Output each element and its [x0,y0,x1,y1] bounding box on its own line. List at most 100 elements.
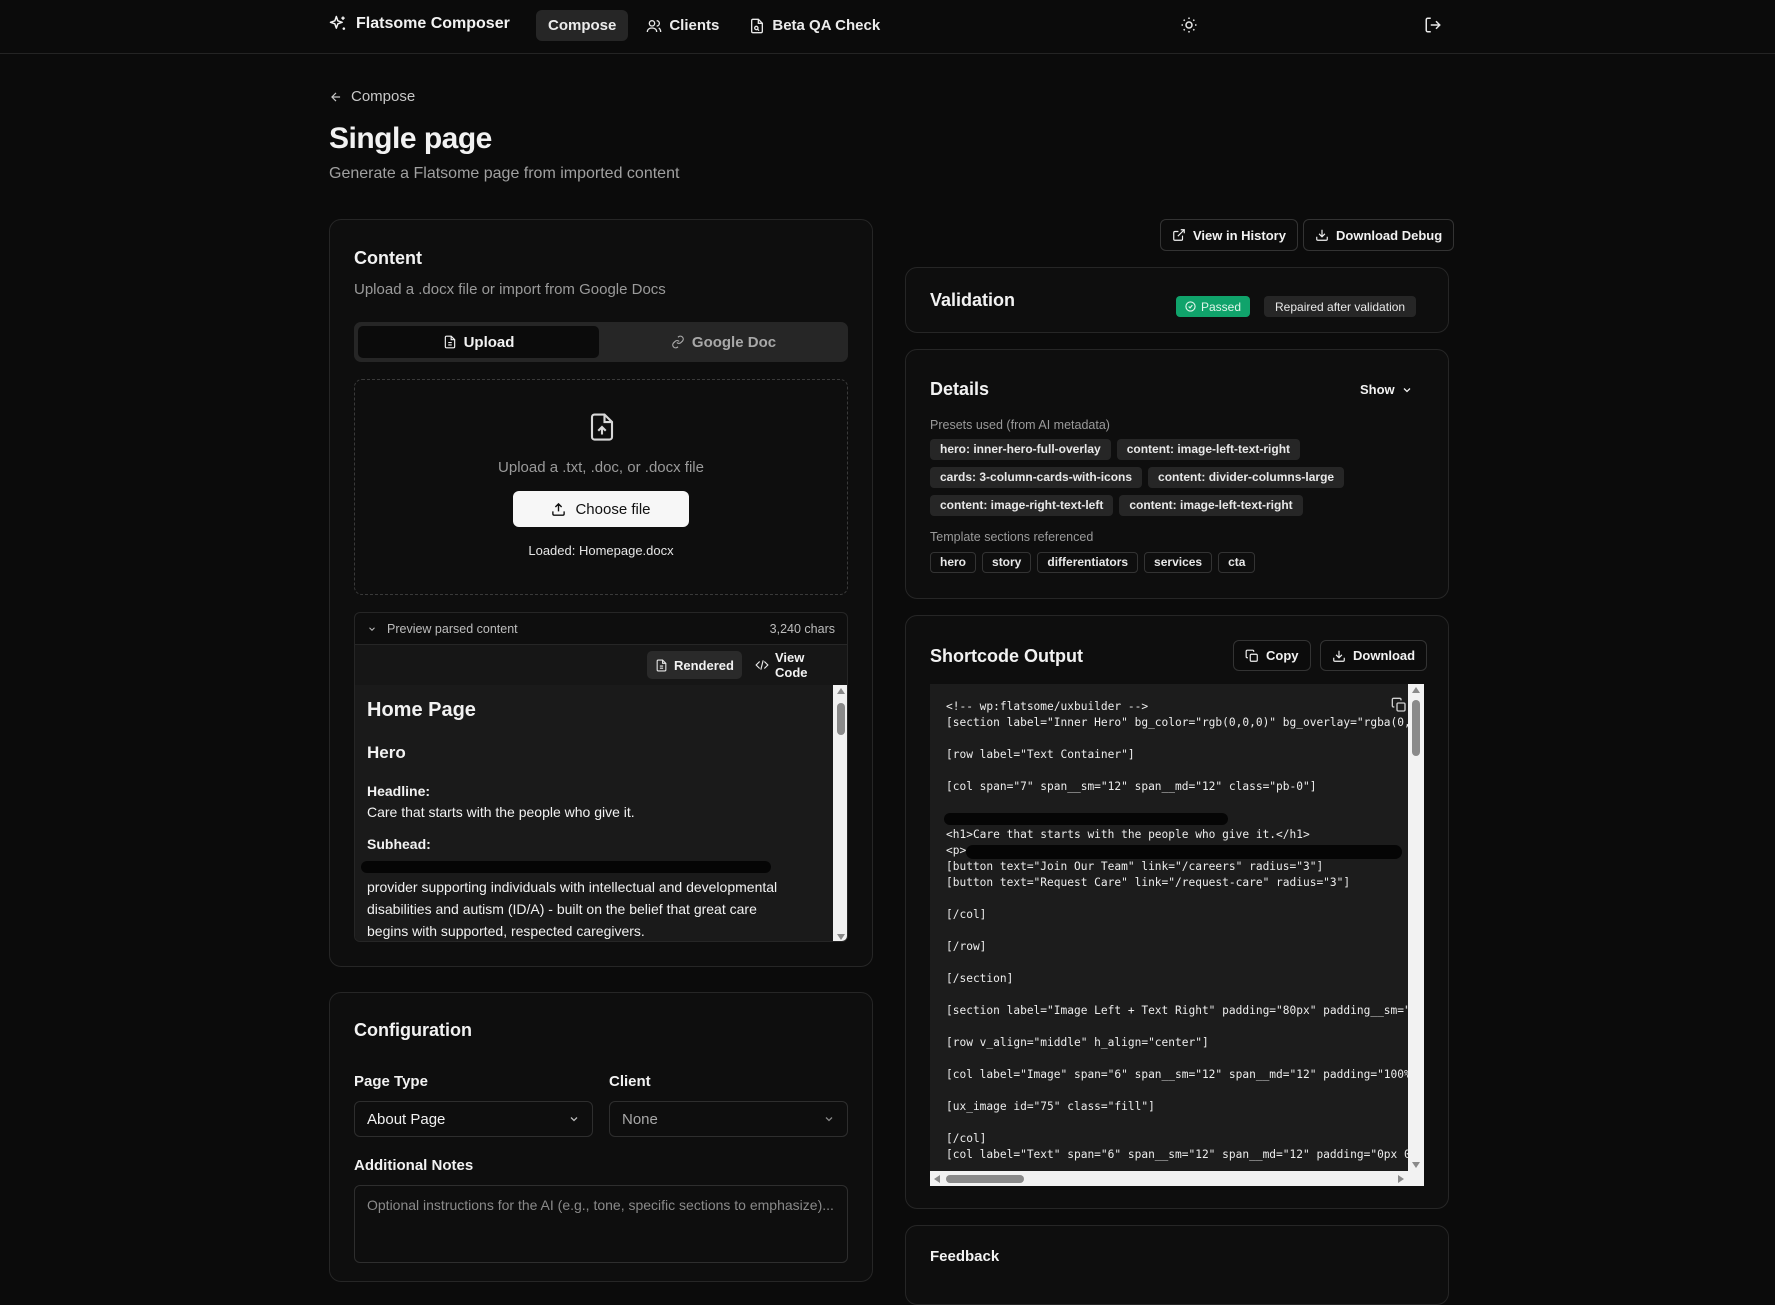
preview-toggle-label: Preview parsed content [387,621,518,636]
scrollbar-thumb[interactable] [1412,700,1420,756]
presets-label: Presets used (from AI metadata) [930,418,1110,432]
scroll-down-arrow-icon[interactable] [837,934,845,940]
nav-beta-qa-check[interactable]: Beta QA Check [737,10,892,41]
back-label: Compose [351,88,416,105]
preset-chip: content: image-right-text-left [930,495,1114,516]
code-copy-icon[interactable] [1391,697,1407,713]
copy-icon [1245,649,1259,663]
redacted-bar [361,861,771,873]
view-in-history-label: View in History [1193,227,1286,243]
details-card: Details Show Presets used (from AI metad… [905,349,1449,599]
code-vertical-scrollbar[interactable] [1408,684,1424,1171]
validation-status-badge: Passed [1176,296,1251,317]
preview-vertical-scrollbar[interactable] [833,685,847,941]
details-title: Details [930,379,990,399]
check-circle-icon [1185,301,1196,312]
brand[interactable]: Flatsome Composer [328,14,510,34]
client-label: Client [609,1073,651,1090]
validation-note-badge: Repaired after validation [1264,296,1417,317]
additional-notes-textarea[interactable]: Optional instructions for the AI (e.g., … [354,1185,848,1263]
scroll-up-arrow-icon[interactable] [1412,687,1420,693]
preview-header[interactable]: Preview parsed content 3,240 chars [355,613,847,645]
logout-button[interactable] [1424,16,1442,34]
nav-clients-label: Clients [669,17,720,34]
top-navigation-bar: Flatsome Composer Compose Clients Beta Q… [0,0,1775,54]
file-search-icon [749,18,765,34]
details-toggle-label: Show [1360,382,1395,397]
preset-chip: content: image-left-text-right [1116,439,1301,460]
brand-name: Flatsome Composer [356,15,510,32]
preview-subhead-label: Subhead: [367,836,431,852]
code-horizontal-scrollbar[interactable] [930,1171,1424,1186]
code-line: [col label="Text" span="6" span__sm="12"… [946,1148,1418,1161]
file-upload-icon [587,411,617,443]
code-line: [col label="Image" span="6" span__sm="12… [946,1068,1424,1081]
download-icon [1315,228,1329,242]
preset-chip: cards: 3-column-cards-with-icons [930,467,1143,488]
code-line: [section label="Inner Hero" bg_color="rg… [946,716,1424,729]
page-title: Single page [329,122,492,155]
additional-notes-label: Additional Notes [354,1157,474,1174]
code-line: [ux_image id="75" class="fill"] [946,1100,1155,1113]
configuration-title: Configuration [354,1020,472,1040]
rendered-label: Rendered [674,657,734,673]
download-debug-label: Download Debug [1336,227,1443,243]
code-line: <!-- wp:flatsome/uxbuilder --> [946,700,1149,713]
upload-dropzone[interactable]: Upload a .txt, .doc, or .docx file Choos… [354,379,848,595]
client-select[interactable]: None [609,1101,848,1137]
rendered-view-button[interactable]: Rendered [647,651,742,679]
scrollbar-thumb[interactable] [946,1175,1024,1183]
download-debug-button[interactable]: Download Debug [1303,219,1455,251]
preset-chip: hero: inner-hero-full-overlay [930,439,1111,460]
chevron-down-icon [823,1113,835,1125]
download-shortcode-button[interactable]: Download [1320,640,1428,671]
copy-label: Copy [1266,648,1299,663]
copy-button[interactable]: Copy [1233,640,1311,671]
nav-compose[interactable]: Compose [536,10,629,41]
nav-clients[interactable]: Clients [634,10,731,41]
back-to-compose-link[interactable]: Compose [329,88,415,105]
parsed-content-preview: Preview parsed content 3,240 chars Rende… [354,612,848,942]
shortcode-code-block[interactable]: <!-- wp:flatsome/uxbuilder --> [section l… [930,684,1424,1186]
details-show-toggle[interactable]: Show [1360,382,1413,397]
download-icon [1332,649,1346,663]
nav-compose-label: Compose [548,17,617,34]
scroll-down-arrow-icon[interactable] [1412,1162,1420,1168]
code-icon [755,658,769,672]
preview-body-line: disabilities and autism (ID/A) - built o… [367,901,757,917]
scroll-up-arrow-icon[interactable] [837,688,845,694]
rendered-preview-body[interactable]: Home Page Hero Headline: Care that start… [355,685,833,941]
preview-headline-text: Care that starts with the people who giv… [367,804,635,820]
view-code-button[interactable]: View Code [747,650,847,680]
arrow-left-icon [329,90,343,104]
preset-chips: hero: inner-hero-full-overlay content: im… [930,439,1430,523]
page-type-select[interactable]: About Page [354,1101,593,1137]
tab-upload[interactable]: Upload [358,326,599,358]
preview-char-count: 3,240 chars [769,621,835,636]
preset-chip: content: image-left-text-right [1119,495,1303,516]
code-line: [col span="7" span__sm="12" span__md="12… [946,780,1317,793]
redacted-bar [944,813,1228,825]
section-chip: differentiators [1037,552,1139,573]
code-line: [/col] [946,1132,987,1145]
file-text-icon [655,659,668,672]
dropzone-prompt: Upload a .txt, .doc, or .docx file [498,459,704,476]
theme-toggle-button[interactable] [1180,16,1198,34]
code-line: [row label="Text Container"] [946,748,1135,761]
shortcode-title: Shortcode Output [930,646,1083,666]
choose-file-button[interactable]: Choose file [513,491,689,527]
validation-note-text: Repaired after validation [1275,299,1406,314]
section-chip: story [982,552,1032,573]
scroll-right-arrow-icon[interactable] [1398,1175,1404,1183]
view-in-history-button[interactable]: View in History [1160,219,1298,251]
scrollbar-thumb[interactable] [837,703,845,735]
tab-google-doc[interactable]: Google Doc [603,326,844,358]
scroll-left-arrow-icon[interactable] [934,1175,940,1183]
